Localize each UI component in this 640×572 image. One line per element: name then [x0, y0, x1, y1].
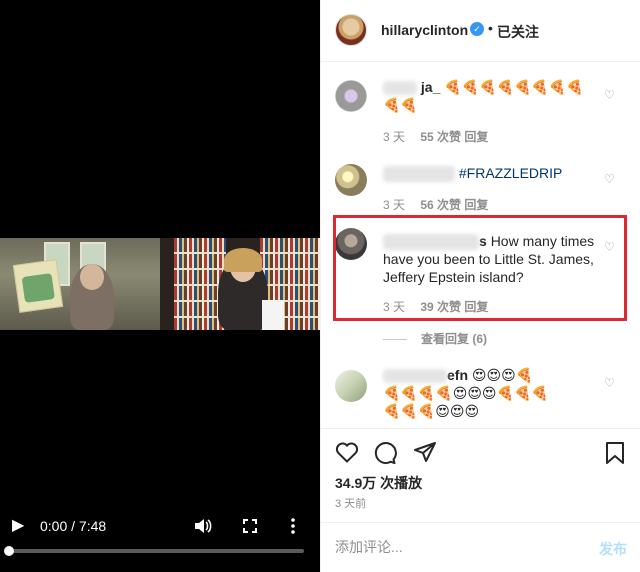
comment-body: efn 😍😍😍🍕 🍕🍕🍕🍕😍😍😍🍕🍕🍕 🍕🍕🍕😍😍😍 [383, 366, 599, 420]
verified-badge-icon: ✓ [470, 22, 484, 36]
post-panel: hillaryclinton ✓ • 已关注 ja_ 🍕🍕🍕🍕🍕🍕🍕🍕🍕🍕 3 … [320, 0, 640, 572]
video-frame[interactable] [0, 238, 320, 330]
video-scene-left [0, 238, 160, 330]
blurred-username [383, 166, 455, 183]
comment-meta: 3 天 56 次赞 回复 [383, 196, 488, 213]
video-player[interactable]: ▶ 0:00 / 7:48 [0, 0, 320, 572]
video-progress-bar[interactable] [10, 549, 304, 553]
video-controls: ▶ 0:00 / 7:48 [0, 508, 320, 548]
post-header: hillaryclinton ✓ • 已关注 [321, 0, 640, 62]
comment-username[interactable]: ja_ [421, 79, 440, 95]
video-time: 0:00 / 7:48 [40, 518, 107, 534]
share-icon[interactable] [413, 441, 437, 468]
like-heart-icon[interactable] [335, 441, 359, 468]
reply-button[interactable]: 回复 [464, 198, 488, 212]
follow-button[interactable]: 已关注 [497, 22, 539, 42]
heart-icon[interactable]: ♡ [604, 88, 615, 102]
comment-text: 🍕🍕🍕😍😍😍 [383, 403, 480, 419]
video-scene-right [160, 238, 320, 330]
comment-username-tail[interactable]: efn [447, 367, 468, 383]
comment-age: 3 天 [383, 130, 406, 144]
username-link[interactable]: hillaryclinton [381, 22, 468, 38]
video-book [12, 259, 64, 313]
more-icon[interactable] [290, 518, 296, 538]
volume-icon[interactable] [194, 518, 212, 538]
reply-button[interactable]: 回复 [464, 130, 488, 144]
comment-input[interactable] [335, 539, 575, 555]
blurred-username [383, 369, 447, 384]
comment-likes[interactable]: 56 次赞 [420, 198, 461, 212]
video-person-right-hair [224, 248, 262, 272]
comment-likes[interactable]: 55 次赞 [420, 130, 461, 144]
comment-text: 🍕🍕🍕🍕😍😍😍🍕🍕🍕 [383, 385, 549, 401]
comment-avatar[interactable] [335, 164, 367, 196]
bookmark-icon[interactable] [605, 441, 625, 470]
blurred-username [383, 81, 417, 96]
avatar[interactable] [335, 14, 367, 46]
post-actions: 34.9万 次播放 3 天前 [321, 428, 640, 528]
comment-age: 3 天 [383, 198, 406, 212]
separator-dot: • [488, 20, 493, 36]
post-timestamp: 3 天前 [335, 498, 367, 510]
comment-icon[interactable] [373, 441, 397, 470]
view-count: 34.9万 次播放 [335, 475, 423, 491]
comment-body: ja_ 🍕🍕🍕🍕🍕🍕🍕🍕🍕🍕 [383, 78, 599, 114]
comment-body: #FRAZZLEDRIP [383, 164, 599, 183]
view-replies-button[interactable]: 查看回复 (6) [383, 330, 487, 347]
heart-icon[interactable]: ♡ [604, 376, 615, 390]
hashtag-link[interactable]: #FRAZZLEDRIP [459, 165, 562, 181]
comment-avatar[interactable] [335, 370, 367, 402]
comment-avatar[interactable] [335, 80, 367, 112]
video-person-left-face [80, 264, 104, 290]
add-comment-bar: 发布 [321, 522, 640, 572]
comment-meta: 3 天 55 次赞 回复 [383, 128, 488, 145]
highlight-box [333, 215, 627, 321]
video-mug [262, 300, 284, 330]
fullscreen-icon[interactable] [242, 518, 258, 538]
comment-text: 😍😍😍🍕 [471, 367, 534, 383]
post-comment-button[interactable]: 发布 [599, 539, 627, 559]
video-progress-knob[interactable] [4, 546, 14, 556]
play-icon[interactable]: ▶ [12, 518, 24, 534]
heart-icon[interactable]: ♡ [604, 172, 615, 186]
